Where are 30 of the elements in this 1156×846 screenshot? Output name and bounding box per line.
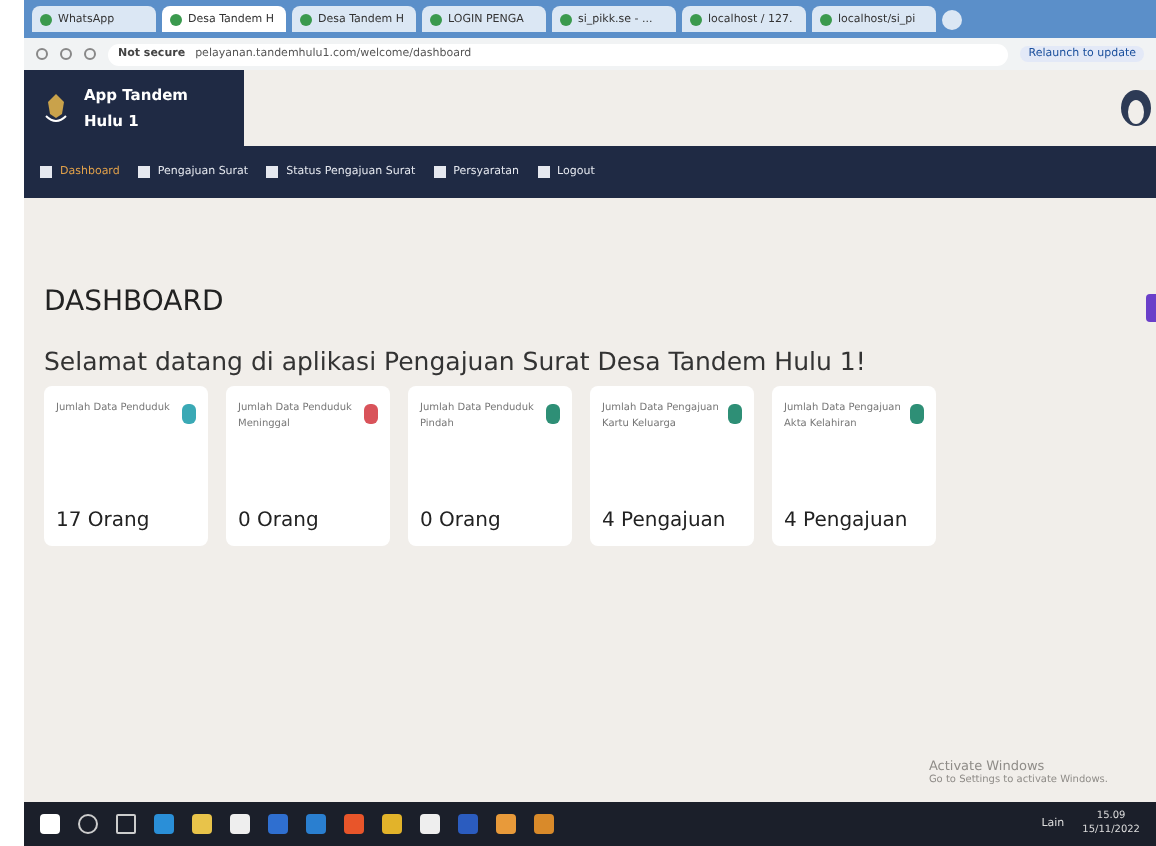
folder-icon[interactable] (192, 814, 212, 834)
new-tab-button[interactable] (942, 9, 962, 29)
nav-icon (266, 166, 279, 178)
favicon-icon (560, 13, 572, 25)
stat-value: 17 Orang (56, 510, 152, 532)
page-title: DASHBOARD (44, 286, 224, 318)
reload-button[interactable] (84, 48, 96, 60)
stat-value: 0 Orang (420, 510, 503, 532)
user-avatar-icon[interactable] (1120, 90, 1152, 126)
favicon-icon (690, 13, 702, 25)
favicon-icon (300, 13, 312, 25)
back-button[interactable] (36, 48, 48, 60)
forward-button[interactable] (60, 48, 72, 60)
nav-icon (433, 166, 446, 178)
search-icon[interactable] (78, 814, 98, 834)
favicon-icon (40, 13, 52, 25)
nav-icon (537, 166, 550, 178)
welcome-heading: Selamat datang di aplikasi Pengajuan Surat Desa Tandem Hulu 1! (44, 346, 868, 376)
favicon-icon (430, 13, 442, 25)
task-view-icon[interactable] (116, 814, 136, 834)
stat-value: 0 Orang (238, 510, 321, 532)
favicon-icon (820, 13, 832, 25)
stat-value: 4 Pengajuan (602, 510, 728, 532)
nav-icon (137, 166, 150, 178)
stat-value: 4 Pengajuan (784, 510, 910, 532)
start-icon[interactable] (40, 814, 60, 834)
nav-icon (40, 166, 52, 178)
side-tab[interactable] (1146, 294, 1156, 322)
favicon-icon (170, 13, 182, 25)
emblem-icon (44, 92, 68, 124)
